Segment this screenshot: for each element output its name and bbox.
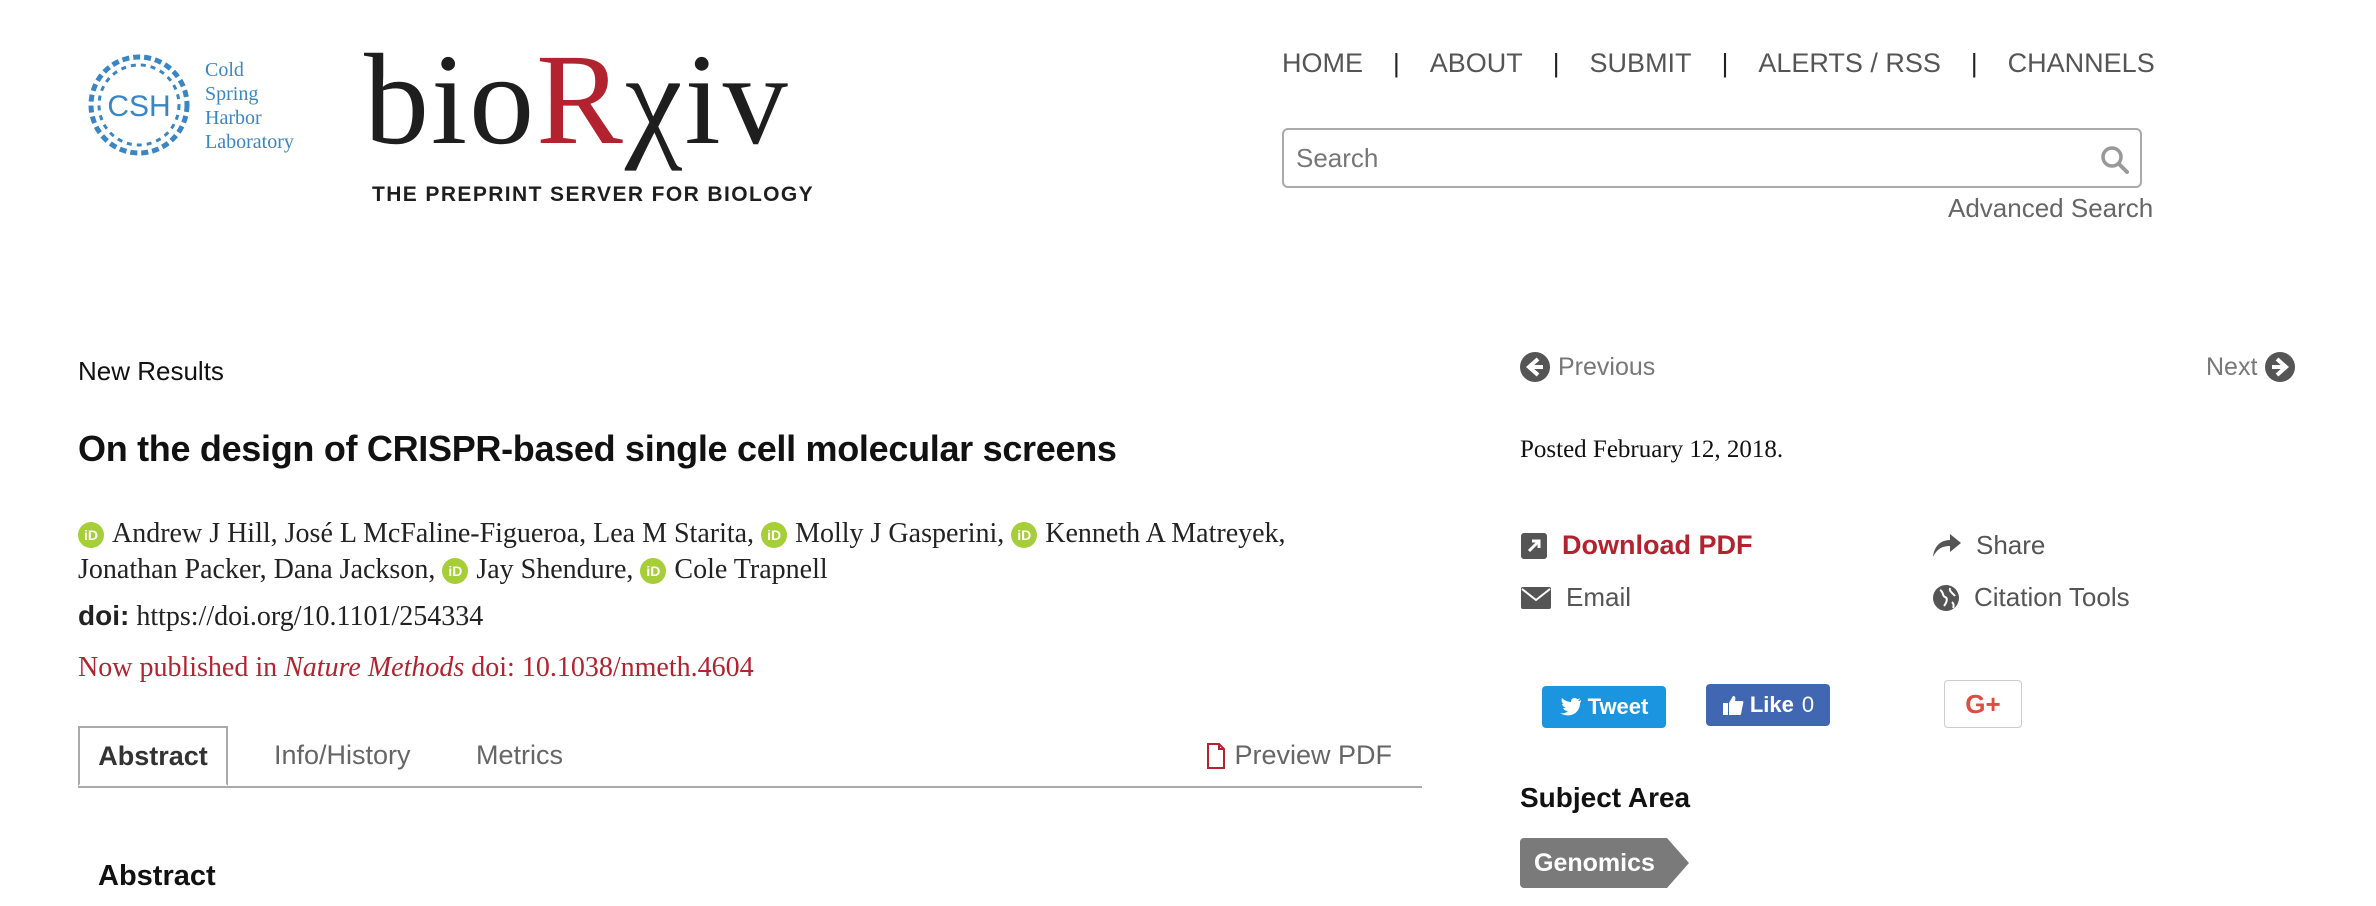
tab-info-history[interactable]: Info/History — [274, 740, 411, 771]
published-notice[interactable]: Now published in Nature Methods doi: 10.… — [78, 652, 754, 684]
download-pdf-label: Download PDF — [1562, 530, 1753, 560]
email-link[interactable]: Email — [1520, 582, 1631, 613]
brand-suffix: χiv — [624, 28, 790, 172]
author-name[interactable]: Kenneth A Matreyek, — [1045, 518, 1285, 549]
pdf-file-icon — [1207, 742, 1226, 769]
nav-about[interactable]: ABOUT — [1430, 48, 1523, 79]
nav-separator: | — [1552, 48, 1560, 78]
article-tabs: Abstract Info/History Metrics Preview PD… — [78, 726, 1422, 788]
share-link[interactable]: Share — [1932, 530, 2045, 561]
next-label: Next — [2206, 352, 2258, 381]
doi-label: doi: — [78, 600, 130, 631]
orcid-icon[interactable]: iD — [442, 558, 469, 584]
top-nav: HOME | ABOUT | SUBMIT | ALERTS / RSS | C… — [1282, 48, 2155, 79]
subject-tag-label: Genomics — [1520, 838, 1667, 888]
citation-tools-link[interactable]: Citation Tools — [1932, 582, 2130, 613]
csh-name: Cold Spring Harbor Laboratory — [205, 58, 294, 154]
share-arrow-icon — [1933, 533, 1961, 557]
brand-tagline: THE PREPRINT SERVER FOR BIOLOGY — [372, 183, 815, 206]
search-icon[interactable] — [2098, 143, 2132, 177]
author-name[interactable]: Jonathan Packer, — [78, 554, 267, 585]
biorxiv-logo[interactable]: bioRχiv — [364, 30, 790, 170]
author-name[interactable]: Dana Jackson, — [274, 554, 436, 585]
author-name[interactable]: Molly J Gasperini, — [795, 518, 1004, 549]
author-list: iD Andrew J Hill, José L McFaline-Figuero… — [78, 516, 1438, 588]
csh-name-line: Cold — [205, 59, 244, 81]
arrow-left-circle-icon — [1520, 352, 1550, 382]
next-article-link[interactable]: Next — [2206, 352, 2296, 382]
doi-link[interactable]: https://doi.org/10.1101/254334 — [136, 601, 483, 632]
globe-icon — [1933, 584, 1959, 611]
nav-channels[interactable]: CHANNELS — [2008, 48, 2155, 79]
nav-submit[interactable]: SUBMIT — [1590, 48, 1692, 79]
author-line: Jonathan Packer, Dana Jackson, iD Jay She… — [78, 552, 1438, 588]
advanced-search-link[interactable]: Advanced Search — [1948, 193, 2153, 224]
csh-helix-ring-icon: CSH — [88, 54, 190, 156]
author-name[interactable]: Lea M Starita, — [593, 518, 754, 549]
search-input[interactable] — [1294, 142, 2078, 175]
twitter-bird-icon — [1559, 698, 1581, 716]
google-plus-button[interactable]: G+ — [1944, 680, 2022, 728]
facebook-like-button[interactable]: Like 0 — [1706, 684, 1830, 726]
preview-pdf-link[interactable]: Preview PDF — [1206, 740, 1392, 771]
thumbs-up-icon — [1722, 696, 1744, 715]
previous-label: Previous — [1558, 352, 1656, 381]
brand-prefix: bio — [364, 28, 537, 172]
abstract-heading: Abstract — [98, 860, 216, 892]
subject-tag-genomics[interactable]: Genomics — [1520, 838, 1689, 888]
tweet-label: Tweet — [1587, 694, 1649, 719]
csh-name-line: Spring — [205, 83, 259, 105]
brand-r: R — [536, 28, 625, 172]
posted-date: Posted February 12, 2018. — [1520, 436, 1784, 463]
nav-separator: | — [1393, 48, 1400, 78]
preview-pdf-label: Preview PDF — [1234, 740, 1392, 770]
orcid-icon[interactable]: iD — [1011, 522, 1038, 548]
search-box — [1282, 128, 2142, 188]
nav-alerts-rss[interactable]: ALERTS / RSS — [1758, 48, 1941, 79]
doi-line: doi: https://doi.org/10.1101/254334 — [78, 600, 483, 633]
csh-name-line: Laboratory — [205, 131, 294, 153]
email-label: Email — [1566, 582, 1632, 612]
previous-article-link[interactable]: Previous — [1520, 352, 1655, 382]
tweet-button[interactable]: Tweet — [1542, 686, 1666, 728]
author-line: iD Andrew J Hill, José L McFaline-Figuero… — [78, 516, 1438, 552]
author-name[interactable]: Andrew J Hill, — [112, 518, 278, 549]
nav-separator: | — [1970, 48, 1978, 78]
orcid-icon[interactable]: iD — [78, 522, 104, 548]
author-name[interactable]: José L McFaline-Figueroa, — [285, 518, 586, 549]
csh-name-line: Harbor — [205, 107, 262, 129]
envelope-icon — [1521, 586, 1551, 609]
published-doi: doi: 10.1038/nmeth.4604 — [471, 652, 754, 683]
csh-initials: CSH — [107, 90, 170, 123]
author-name[interactable]: Jay Shendure, — [476, 554, 633, 585]
author-name[interactable]: Cole Trapnell — [674, 554, 827, 585]
like-count: 0 — [1801, 692, 1815, 717]
article-section-label: New Results — [78, 356, 224, 386]
citation-tools-label: Citation Tools — [1974, 582, 2130, 612]
download-pdf-link[interactable]: Download PDF — [1520, 530, 1753, 561]
tab-abstract[interactable]: Abstract — [78, 726, 228, 786]
article-title: On the design of CRISPR-based single cel… — [78, 428, 1117, 469]
published-prefix: Now published in — [78, 652, 278, 683]
published-journal: Nature Methods — [284, 652, 465, 683]
orcid-icon[interactable]: iD — [761, 522, 788, 548]
external-link-icon — [1521, 532, 1547, 559]
share-label: Share — [1976, 530, 2046, 560]
nav-home[interactable]: HOME — [1282, 48, 1363, 79]
subject-tag-tip — [1666, 838, 1689, 888]
nav-separator: | — [1721, 48, 1729, 78]
tab-metrics[interactable]: Metrics — [476, 740, 563, 771]
arrow-right-circle-icon — [2265, 352, 2296, 382]
like-label: Like — [1749, 692, 1794, 717]
subject-area-heading: Subject Area — [1520, 782, 1691, 813]
orcid-icon[interactable]: iD — [640, 558, 667, 584]
